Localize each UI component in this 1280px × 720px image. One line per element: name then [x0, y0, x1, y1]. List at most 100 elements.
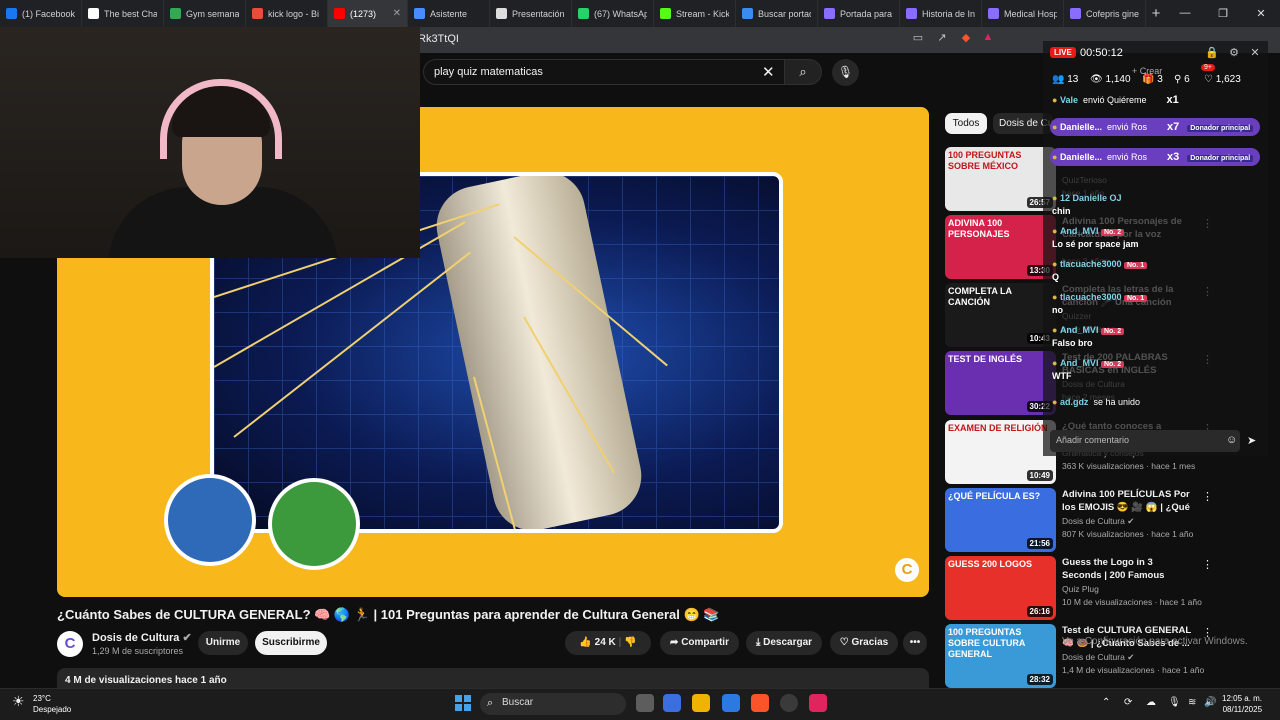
rec-title[interactable]: Guess the Logo in 3 Seconds | 200 Famous… — [1062, 556, 1192, 583]
create-button[interactable]: + Crear — [1132, 66, 1162, 76]
chip-all[interactable]: Todos — [945, 113, 987, 134]
browser-tab[interactable]: Gym semana — [164, 0, 246, 27]
browser-tab[interactable]: (1) Facebook — [0, 0, 82, 27]
channel-name[interactable]: Dosis de Cultura ✔ — [92, 631, 192, 644]
join-button[interactable]: Unirme — [198, 631, 248, 655]
recommendation-item[interactable]: GUESS 200 LOGOS 26:16 Guess the Logo in 3 … — [945, 556, 1265, 620]
avatar[interactable]: ● — [1052, 122, 1060, 132]
rec-menu-icon[interactable]: ⋮ — [1202, 490, 1213, 503]
chat-username[interactable]: And_MVI — [1060, 358, 1099, 368]
url-text[interactable]: Rk3TtQI — [418, 33, 459, 45]
rec-menu-icon[interactable]: ⋮ — [1202, 558, 1213, 571]
obs-icon[interactable] — [780, 694, 798, 712]
search-input[interactable]: play quiz matematicas — [434, 66, 543, 78]
brave-shield-icon[interactable]: ◆ — [958, 31, 974, 47]
cast-icon[interactable]: ▭ — [910, 31, 926, 47]
browser-tab[interactable]: Medical Hosp — [982, 0, 1064, 27]
windows-start-icon[interactable] — [455, 695, 471, 711]
recommendation-item[interactable]: ¿QUÉ PELÍCULA ES? 21:56 Adivina 100 PELÍCU… — [945, 488, 1265, 552]
brave-rewards-icon[interactable]: ▲ — [980, 31, 996, 47]
browser-tab[interactable]: Cofepris ginec — [1064, 0, 1146, 27]
chat-username[interactable]: And_MVI — [1060, 226, 1099, 236]
subscribe-button[interactable]: Suscribirme — [255, 631, 327, 655]
avatar[interactable]: ● — [1052, 95, 1060, 105]
wifi-icon[interactable]: ≋ — [1188, 697, 1196, 708]
volume-icon[interactable]: 🔊 — [1204, 697, 1216, 708]
video-thumbnail[interactable]: ADIVINA 100 PERSONAJES 13:30 — [945, 215, 1056, 279]
channel-avatar[interactable]: C — [57, 631, 83, 657]
avatar[interactable]: ● — [1052, 292, 1060, 302]
chat-username[interactable]: 12 Danielle OJ — [1060, 193, 1122, 203]
voice-search-button[interactable]: 🎙 — [832, 59, 859, 86]
video-thumbnail[interactable]: EXAMEN DE RELIGIÓN 10:49 — [945, 420, 1056, 484]
chat-username[interactable]: ad.gdz — [1060, 397, 1089, 407]
recommendation-item[interactable]: 100 PREGUNTAS SOBRE CULTURA GENERAL 28:32… — [945, 624, 1265, 688]
browser-tab[interactable]: The best Chat — [82, 0, 164, 27]
store-icon[interactable] — [722, 694, 740, 712]
search-button[interactable]: ⌕ — [784, 59, 822, 85]
like-icon[interactable]: 👍 — [579, 637, 591, 648]
share-button[interactable]: ➦ Compartir — [660, 631, 739, 655]
lock-icon[interactable]: 🔒 — [1204, 46, 1220, 62]
task-view-icon[interactable] — [636, 694, 654, 712]
browser-tab[interactable]: Historia de In — [900, 0, 982, 27]
avatar[interactable]: ● — [1052, 193, 1060, 203]
video-thumbnail[interactable]: COMPLETA LA CANCIÓN 10:43 — [945, 283, 1056, 347]
browser-tab[interactable]: Buscar portad — [736, 0, 818, 27]
dislike-icon[interactable]: 👎 — [624, 637, 636, 648]
close-window-icon[interactable]: ✕ — [1242, 7, 1280, 20]
file-explorer-icon[interactable] — [692, 694, 710, 712]
sync-icon[interactable]: ⟳ — [1124, 697, 1132, 708]
chat-username[interactable]: tlacuache3000 — [1060, 259, 1122, 269]
copilot-icon[interactable] — [663, 694, 681, 712]
new-tab-button[interactable]: + — [1146, 5, 1166, 22]
avatar[interactable]: ● — [1052, 226, 1060, 236]
chat-username[interactable]: Danielle... — [1060, 152, 1102, 162]
taskbar-search[interactable]: Buscar — [480, 693, 626, 715]
video-thumbnail[interactable]: GUESS 200 LOGOS 26:16 — [945, 556, 1056, 620]
chat-username[interactable]: And_MVI — [1060, 325, 1099, 335]
mic-tray-icon[interactable]: 🎙 — [1168, 697, 1181, 708]
browser-tab[interactable]: (67) WhatsAp — [572, 0, 654, 27]
browser-tab[interactable]: (1273) ✕ — [328, 0, 408, 27]
rec-title[interactable]: Adivina 100 PELÍCULAS Por los EMOJIS 😎 🎥… — [1062, 488, 1192, 515]
weather-icon[interactable]: ☀ — [12, 693, 25, 710]
channel-watermark-logo[interactable]: C — [895, 558, 919, 582]
more-actions-button[interactable]: ••• — [903, 631, 927, 655]
cloud-icon[interactable]: ☁ — [1146, 697, 1156, 708]
gear-icon[interactable]: ⚙ — [1226, 46, 1242, 62]
share-icon[interactable]: ↗ — [934, 31, 950, 47]
video-thumbnail[interactable]: TEST DE INGLÉS 30:22 — [945, 351, 1056, 415]
comment-input[interactable]: Añadir comentario — [1050, 430, 1240, 452]
close-tab-icon[interactable]: ✕ — [393, 8, 401, 19]
tray-chevron-icon[interactable]: ⌃ — [1102, 697, 1110, 708]
avatar[interactable]: ● — [1052, 259, 1060, 269]
minimize-icon[interactable]: — — [1166, 7, 1204, 20]
weather-widget[interactable]: 23°C Despejado — [33, 693, 71, 715]
chat-username[interactable]: Vale — [1060, 95, 1078, 105]
avatar[interactable]: ● — [1052, 358, 1060, 368]
download-button[interactable]: ⤓ Descargar — [746, 631, 822, 655]
avatar[interactable]: ● — [1052, 397, 1060, 407]
browser-tab[interactable]: Asistente — [408, 0, 490, 27]
like-dislike-group[interactable]: 👍 24 K | 👎 — [565, 631, 651, 655]
taskbar-clock[interactable]: 12:05 a. m. 08/11/2025 — [1222, 693, 1262, 715]
chat-username[interactable]: Danielle... — [1060, 122, 1102, 132]
brave-icon[interactable] — [751, 694, 769, 712]
restore-icon[interactable]: ❐ — [1204, 7, 1242, 20]
video-thumbnail[interactable]: 100 PREGUNTAS SOBRE MÉXICO 26:57 — [945, 147, 1056, 211]
avatar[interactable]: ● — [1052, 325, 1060, 335]
video-thumbnail[interactable]: ¿QUÉ PELÍCULA ES? 21:56 — [945, 488, 1056, 552]
browser-tab[interactable]: Portada para — [818, 0, 900, 27]
browser-tab[interactable]: kick logo - Bi — [246, 0, 328, 27]
avatar[interactable]: ● — [1052, 152, 1060, 162]
send-icon[interactable]: ➤ — [1247, 434, 1256, 447]
browser-tab[interactable]: Stream - Kick — [654, 0, 736, 27]
browser-tab[interactable]: Presentación — [490, 0, 572, 27]
video-thumbnail[interactable]: 100 PREGUNTAS SOBRE CULTURA GENERAL 28:32 — [945, 624, 1056, 688]
tiktok-live-icon[interactable] — [809, 694, 827, 712]
emoji-icon[interactable]: ☺ — [1226, 434, 1237, 446]
clear-search-icon[interactable]: ✕ — [762, 63, 775, 81]
close-icon[interactable]: ✕ — [1247, 46, 1263, 62]
chat-username[interactable]: tlacuache3000 — [1060, 292, 1122, 302]
